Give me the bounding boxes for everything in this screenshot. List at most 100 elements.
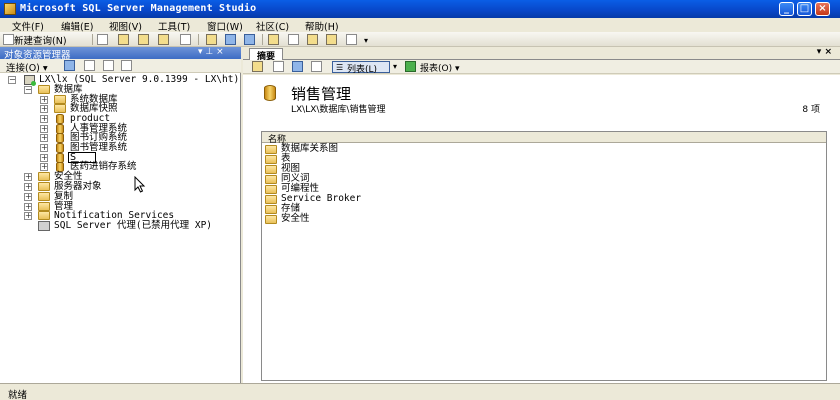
expand-icon[interactable]: + xyxy=(24,212,32,220)
up-icon[interactable] xyxy=(252,61,263,72)
item-count: 8 项 xyxy=(802,105,820,115)
menu-bar: 文件(F) 编辑(E) 视图(V) 工具(T) 窗口(W) 社区(C) 帮助(H… xyxy=(0,18,840,33)
folder-icon xyxy=(38,172,50,181)
expand-icon[interactable]: + xyxy=(40,96,48,104)
database-icon xyxy=(56,143,64,153)
folder-icon xyxy=(265,195,277,204)
stop-icon[interactable] xyxy=(84,60,95,71)
tab-controls[interactable]: ▾ × xyxy=(817,47,832,57)
object-explorer-header: 对象资源管理器 ▾ ⊥ × xyxy=(0,47,241,61)
mdx-query-icon[interactable] xyxy=(158,34,169,45)
maximize-button[interactable]: □ xyxy=(797,2,812,16)
folder-icon xyxy=(54,104,66,113)
filter-icon[interactable] xyxy=(121,60,132,71)
refresh-icon[interactable] xyxy=(103,60,114,71)
document-tab-strip: 摘要 ▾ × xyxy=(243,47,840,62)
new-query-icon xyxy=(3,34,14,45)
minimize-button[interactable]: _ xyxy=(779,2,794,16)
toolbar-separator xyxy=(198,34,199,45)
panel-controls[interactable]: ▾ ⊥ × xyxy=(198,47,224,57)
list-view-button[interactable]: ☰ 列表(L) xyxy=(332,61,390,75)
folder-icon xyxy=(38,182,50,191)
collapse-icon[interactable]: − xyxy=(8,76,16,84)
expand-icon[interactable]: + xyxy=(40,154,48,162)
database-icon xyxy=(264,85,276,101)
tree-label: SQL Server 代理(已禁用代理 XP) xyxy=(54,220,213,231)
collapse-icon[interactable]: − xyxy=(24,86,32,94)
tab-summary[interactable]: 摘要 xyxy=(249,48,283,62)
close-button[interactable]: × xyxy=(815,2,830,16)
save-all-icon[interactable] xyxy=(244,34,255,45)
column-header-name[interactable]: 名称 xyxy=(262,132,826,145)
save-icon[interactable] xyxy=(225,34,236,45)
toolbar-overflow-icon[interactable]: ▾ xyxy=(364,36,368,45)
registered-servers-icon[interactable] xyxy=(268,34,279,45)
folder-icon xyxy=(54,95,66,104)
expand-icon[interactable]: + xyxy=(24,173,32,181)
new-query-button[interactable]: 新建查询(N) xyxy=(14,33,67,47)
database-icon xyxy=(56,133,64,143)
summary-icon[interactable] xyxy=(288,34,299,45)
properties-icon[interactable] xyxy=(346,34,357,45)
server-icon xyxy=(24,75,36,86)
template-explorer-icon[interactable] xyxy=(326,34,337,45)
folder-icon xyxy=(265,185,277,194)
folder-icon xyxy=(38,192,50,201)
object-explorer-tree: − LX\lx (SQL Server 9.0.1399 - LX\ht) − … xyxy=(0,73,241,383)
folder-icon xyxy=(265,205,277,214)
refresh-icon[interactable] xyxy=(292,61,303,72)
window-title: Microsoft SQL Server Management Studio xyxy=(20,3,257,14)
expand-icon[interactable]: + xyxy=(40,134,48,142)
mouse-cursor-icon xyxy=(134,176,146,193)
folder-icon xyxy=(265,175,277,184)
menu-tools[interactable]: 工具(T) xyxy=(158,19,190,33)
menu-window[interactable]: 窗口(W) xyxy=(207,19,243,33)
list-icon: ☰ xyxy=(336,63,344,72)
page-title: 销售管理 xyxy=(291,85,352,103)
disconnect-icon[interactable] xyxy=(64,60,75,71)
status-bar: 就绪 xyxy=(0,383,840,400)
menu-help[interactable]: 帮助(H) xyxy=(305,19,339,33)
object-explorer-icon[interactable] xyxy=(307,34,318,45)
folder-icon xyxy=(265,155,277,164)
summary-toolbar: ☰ 列表(L) ▾ 报表(O) ▾ xyxy=(243,60,840,75)
folder-icon xyxy=(38,202,50,211)
menu-view[interactable]: 视图(V) xyxy=(109,19,142,33)
toolbar-separator xyxy=(262,34,263,45)
agent-icon xyxy=(38,221,50,231)
expand-icon[interactable]: + xyxy=(40,163,48,171)
folder-icon xyxy=(265,165,277,174)
expand-icon[interactable]: + xyxy=(40,144,48,152)
sync-icon[interactable] xyxy=(273,61,284,72)
database-engine-query-icon[interactable] xyxy=(118,34,129,45)
breadcrumb: LX\LX\数据库\销售管理 xyxy=(291,105,386,115)
toolbar-separator xyxy=(92,34,93,45)
report-button[interactable]: 报表(O) ▾ xyxy=(420,61,460,74)
app-icon xyxy=(4,3,16,15)
expand-icon[interactable]: + xyxy=(40,105,48,113)
new-file-icon[interactable] xyxy=(97,34,108,45)
report-icon xyxy=(405,61,416,72)
menu-file[interactable]: 文件(F) xyxy=(12,19,44,33)
xml-query-icon[interactable] xyxy=(180,34,191,45)
expand-icon[interactable]: + xyxy=(24,193,32,201)
folder-icon xyxy=(38,211,50,220)
analysis-query-icon[interactable] xyxy=(138,34,149,45)
folder-icon xyxy=(265,145,277,154)
folder-icon xyxy=(38,85,50,94)
chevron-down-icon[interactable]: ▾ xyxy=(393,62,397,71)
list-view-label: 列表(L) xyxy=(347,65,378,75)
status-text: 就绪 xyxy=(8,390,28,400)
expand-icon[interactable]: + xyxy=(24,203,32,211)
expand-icon[interactable]: + xyxy=(40,115,48,123)
folder-icon xyxy=(265,215,277,224)
main-toolbar: 新建查询(N) ▾ xyxy=(0,32,840,47)
database-icon xyxy=(56,114,64,124)
expand-icon[interactable]: + xyxy=(40,125,48,133)
filter-icon[interactable] xyxy=(311,61,322,72)
expand-icon[interactable]: + xyxy=(24,183,32,191)
open-folder-icon[interactable] xyxy=(206,34,217,45)
connect-button[interactable]: 连接(O) ▾ xyxy=(6,60,48,74)
menu-community[interactable]: 社区(C) xyxy=(256,19,289,33)
menu-edit[interactable]: 编辑(E) xyxy=(61,19,93,33)
